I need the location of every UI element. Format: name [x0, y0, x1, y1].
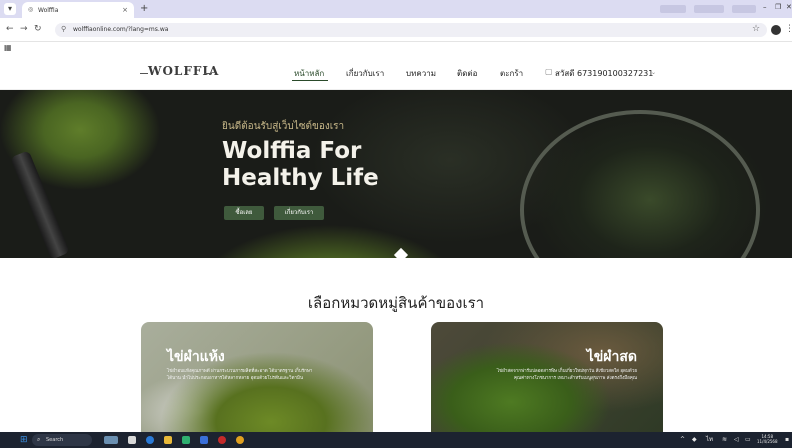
- hero-title: Wolffia For Healthy Life: [222, 138, 379, 192]
- hero-banner: ยินดีต้อนรับสู่เว็บไซต์ของเรา Wolffia Fo…: [0, 90, 792, 258]
- menu-dots-icon[interactable]: ⋮: [785, 24, 792, 34]
- wifi-icon[interactable]: ≋: [722, 436, 727, 443]
- windows-taskbar: ⊞ ⌕ Search ^ ◆ ไท ≋ ◁ ▭ 14:58 11/4/2568 …: [0, 432, 792, 448]
- nav-articles[interactable]: บทความ: [406, 67, 436, 80]
- battery-icon[interactable]: ▭: [745, 436, 751, 443]
- blurred-tab-item: [660, 5, 686, 13]
- nav-home[interactable]: หน้าหลัก: [294, 67, 324, 80]
- nav-cart[interactable]: ตะกร้า: [500, 67, 523, 80]
- tab-search-icon[interactable]: ▾: [4, 3, 16, 15]
- bowl-image: [520, 110, 760, 258]
- search-icon: ⌕: [37, 436, 41, 443]
- windows-start-icon[interactable]: ⊞: [20, 436, 28, 445]
- store-icon[interactable]: [200, 436, 208, 444]
- restore-icon[interactable]: ❐: [775, 3, 781, 11]
- taskbar-clock[interactable]: 14:58 11/4/2568: [757, 434, 778, 444]
- user-icon: ▢: [545, 67, 553, 76]
- close-window-icon[interactable]: ✕: [786, 3, 792, 11]
- hero-subtitle: ยินดีต้อนรับสู่เว็บไซต์ของเรา: [222, 121, 345, 132]
- site-header: WOLFFIA หน้าหลัก เกี่ยวกับเรา บทความ ติด…: [0, 54, 792, 90]
- apps-grid-icon[interactable]: ▦: [4, 43, 12, 52]
- browser-tab-strip: ▾ ◎ Wolffia × + – ❐ ✕: [0, 0, 792, 18]
- user-greeting-dropdown[interactable]: สวัสดี 673190100327231: [555, 67, 653, 80]
- address-bar[interactable]: ⚲ wolffiaonline.com/?lang=ms.wa: [55, 23, 767, 37]
- profile-avatar[interactable]: [771, 25, 781, 35]
- logo-line-right: [204, 73, 212, 74]
- security-icon[interactable]: ◆: [692, 436, 697, 443]
- bookmarks-bar: ▦: [0, 42, 792, 54]
- clock-date: 11/4/2568: [757, 439, 778, 444]
- language-icon[interactable]: ไท: [706, 436, 713, 443]
- close-tab-icon[interactable]: ×: [122, 6, 128, 14]
- minimize-icon[interactable]: –: [763, 3, 767, 11]
- url-text: wolffiaonline.com/?lang=ms.wa: [73, 26, 169, 33]
- file-explorer-icon[interactable]: [164, 436, 172, 444]
- weather-widget-icon[interactable]: [104, 436, 118, 444]
- categories-heading: เลือกหมวดหมู่สินค้าของเรา: [307, 294, 485, 312]
- forward-icon[interactable]: →: [20, 25, 28, 34]
- nav-contact[interactable]: ติดต่อ: [457, 67, 477, 80]
- active-nav-underline: [292, 80, 328, 81]
- teams-icon[interactable]: [182, 436, 190, 444]
- chrome-icon[interactable]: [236, 436, 244, 444]
- hero-title-line2: Healthy Life: [222, 165, 379, 191]
- blurred-tab-item: [694, 5, 724, 13]
- bookmark-star-icon[interactable]: ☆: [752, 24, 760, 34]
- site-logo[interactable]: WOLFFIA: [148, 64, 219, 78]
- shop-now-button[interactable]: ซื้อเลย: [224, 206, 264, 220]
- new-tab-button[interactable]: +: [140, 3, 148, 14]
- tab-title: Wolffia: [38, 7, 59, 14]
- volume-icon[interactable]: ◁: [734, 436, 739, 443]
- notification-icon[interactable]: ▪: [785, 436, 789, 443]
- about-us-button[interactable]: เกี่ยวกับเรา: [274, 206, 324, 220]
- logo-line-left: [140, 73, 148, 74]
- category-title: ไข่ผำแห้ง: [167, 349, 225, 365]
- hero-title-line1: Wolffia For: [222, 138, 362, 164]
- edge-icon[interactable]: [146, 436, 154, 444]
- site-info-icon[interactable]: ⚲: [61, 25, 66, 33]
- reload-icon[interactable]: ↻: [34, 25, 42, 34]
- blurred-tab-item: [732, 5, 756, 13]
- globe-icon: ◎: [28, 6, 34, 13]
- chevron-up-icon[interactable]: ^: [680, 436, 685, 443]
- chevron-down-icon[interactable]: ⌄: [651, 69, 656, 76]
- category-description: ไข่ผำสดจากฟาร์มปลอดสารพิษ เก็บเกี่ยวใหม่…: [496, 369, 637, 381]
- category-card-fresh[interactable]: ไข่ผำสด ไข่ผำสดจากฟาร์มปลอดสารพิษ เก็บเก…: [431, 322, 663, 432]
- office-icon[interactable]: [218, 436, 226, 444]
- browser-tab[interactable]: ◎ Wolffia ×: [22, 2, 134, 18]
- category-description: ไข่ผำอบแห้งคุณภาพดี ผ่านกระบวนการผลิตที่…: [167, 369, 313, 381]
- wooden-spoon-image: [10, 150, 70, 258]
- search-placeholder: Search: [46, 437, 64, 443]
- category-title: ไข่ผำสด: [586, 349, 637, 365]
- browser-toolbar: ← → ↻ ⚲ wolffiaonline.com/?lang=ms.wa ☆ …: [0, 18, 792, 42]
- back-icon[interactable]: ←: [6, 25, 14, 34]
- task-view-icon[interactable]: [128, 436, 136, 444]
- nav-about[interactable]: เกี่ยวกับเรา: [346, 67, 384, 80]
- category-card-dried[interactable]: ไข่ผำแห้ง ไข่ผำอบแห้งคุณภาพดี ผ่านกระบวน…: [141, 322, 373, 432]
- taskbar-search[interactable]: ⌕ Search: [32, 434, 92, 446]
